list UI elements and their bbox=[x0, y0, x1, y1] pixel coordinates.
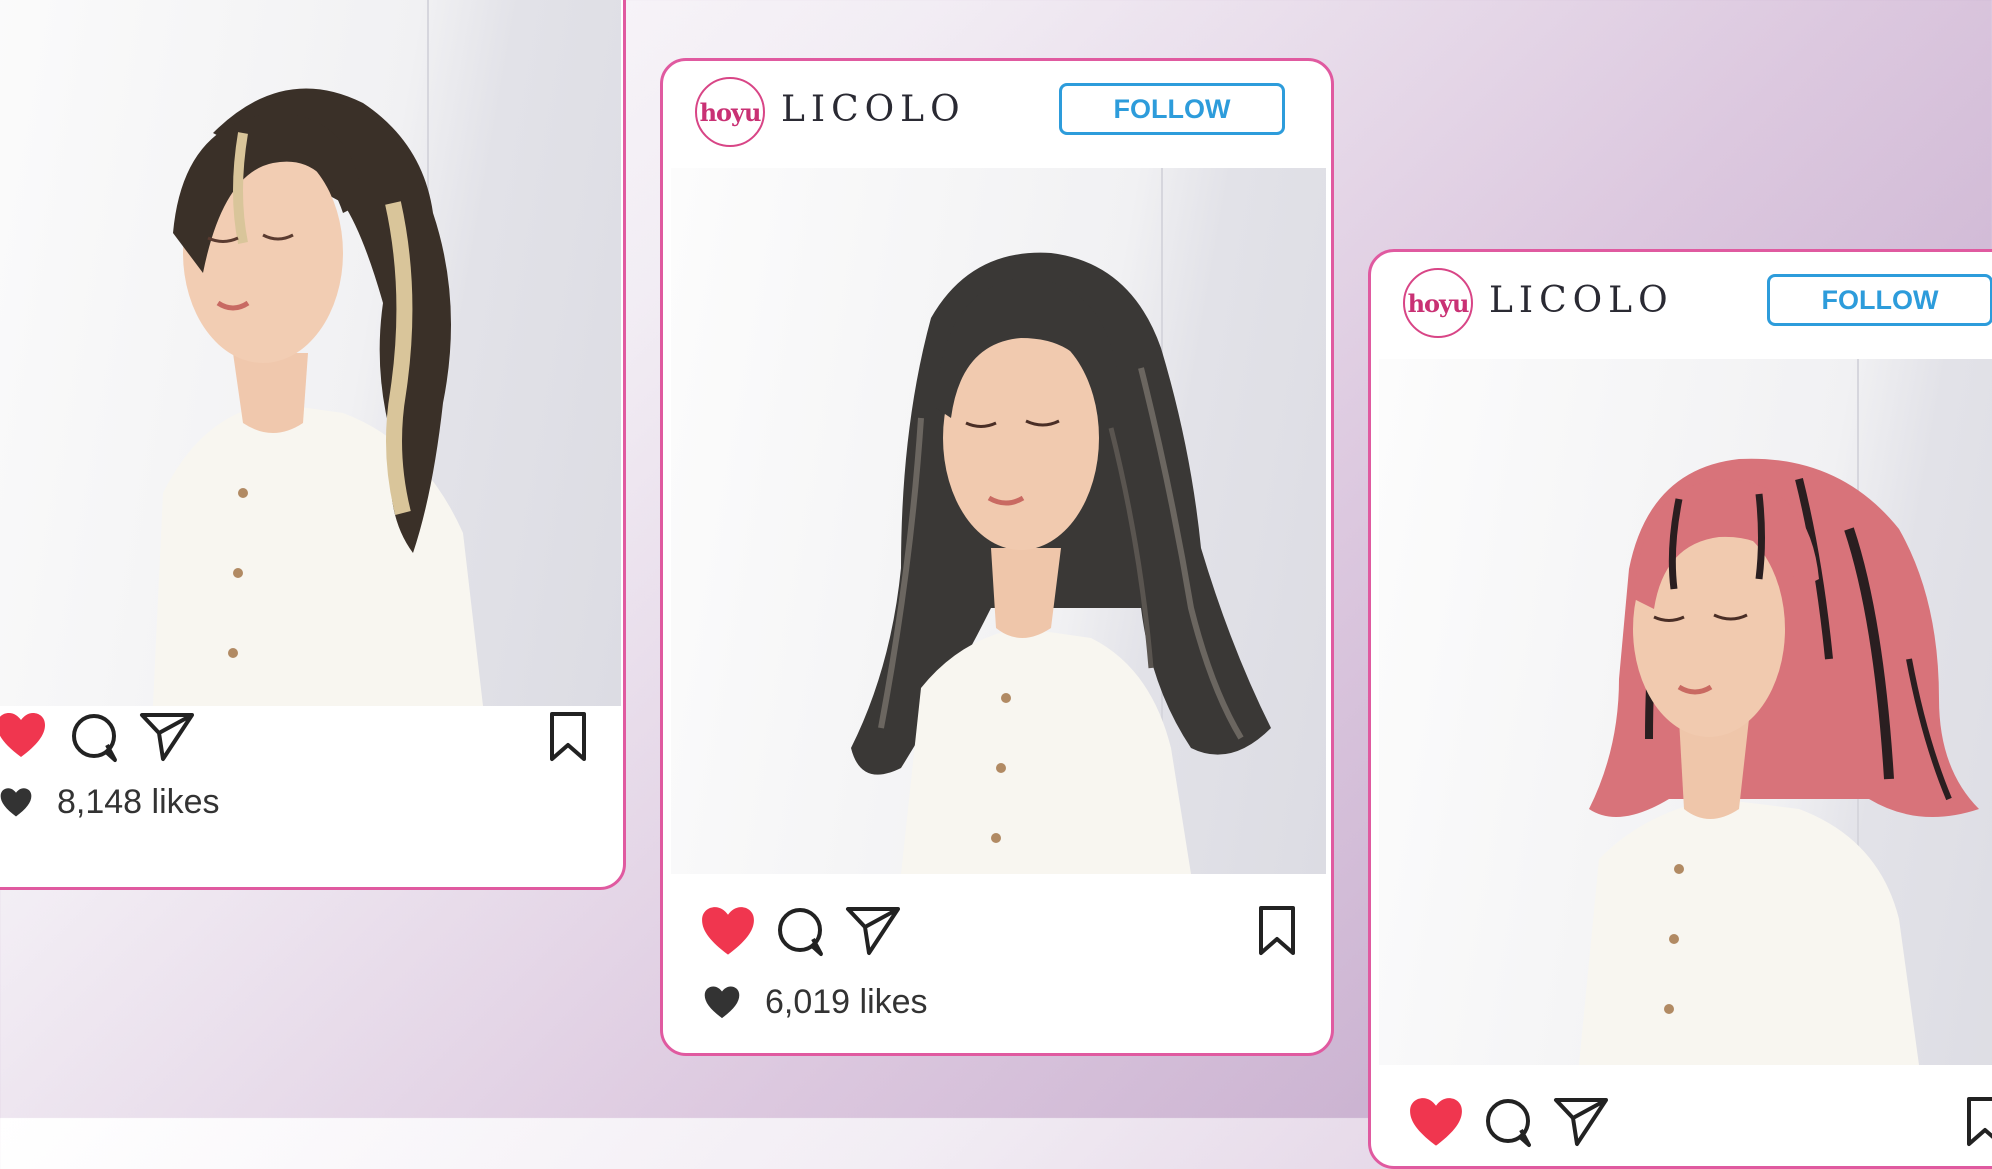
heart-icon[interactable] bbox=[0, 711, 47, 761]
post-photo-1[interactable] bbox=[0, 0, 621, 706]
heart-icon[interactable] bbox=[699, 905, 757, 959]
post-card-1: 8,148 likes bbox=[0, 0, 626, 890]
send-icon[interactable] bbox=[1553, 1096, 1609, 1148]
post-card-3: hoyu LICOLO FOLLOW bbox=[1368, 249, 1992, 1169]
post-photo-2[interactable] bbox=[671, 168, 1326, 874]
likes-count: 6,019 likes bbox=[765, 983, 928, 1021]
heart-small-icon bbox=[704, 986, 740, 1019]
follow-button[interactable]: FOLLOW bbox=[1767, 274, 1992, 326]
send-icon[interactable] bbox=[139, 711, 195, 763]
hair-highlight-1 bbox=[385, 201, 413, 515]
brand-name[interactable]: LICOLO bbox=[781, 89, 966, 130]
post-photo-3[interactable] bbox=[1379, 359, 1992, 1065]
post-actions-3 bbox=[1371, 1088, 1992, 1158]
woman-long-wavy-hair-image bbox=[851, 252, 1271, 874]
brand-logo[interactable]: hoyu bbox=[1403, 268, 1473, 338]
bookmark-icon[interactable] bbox=[1257, 905, 1297, 957]
bookmark-icon[interactable] bbox=[548, 711, 588, 763]
post-header-2: hoyu LICOLO FOLLOW bbox=[663, 61, 1331, 168]
likes-count: 8,148 likes bbox=[57, 783, 220, 821]
comment-icon[interactable] bbox=[775, 907, 825, 957]
woman-pink-bob-image bbox=[1579, 458, 1979, 1065]
post-header-3: hoyu LICOLO FOLLOW bbox=[1371, 252, 1992, 359]
likes-row-1: 8,148 likes bbox=[0, 779, 623, 827]
comment-icon[interactable] bbox=[1483, 1098, 1533, 1148]
brand-name[interactable]: LICOLO bbox=[1489, 280, 1674, 321]
likes-row-2: 6,019 likes bbox=[663, 977, 1331, 1025]
post-actions-2 bbox=[663, 897, 1331, 967]
post-actions-1 bbox=[0, 703, 623, 773]
brand-logo[interactable]: hoyu bbox=[695, 77, 765, 147]
heart-icon[interactable] bbox=[1407, 1096, 1465, 1150]
follow-button[interactable]: FOLLOW bbox=[1059, 83, 1285, 135]
woman-ponytail-image bbox=[153, 88, 483, 706]
post-card-2: hoyu LICOLO FOLLOW 6,019 likes bbox=[660, 58, 1334, 1056]
send-icon[interactable] bbox=[845, 905, 901, 957]
comment-icon[interactable] bbox=[69, 713, 119, 763]
heart-small-icon bbox=[0, 788, 32, 817]
bookmark-icon[interactable] bbox=[1965, 1096, 1992, 1148]
